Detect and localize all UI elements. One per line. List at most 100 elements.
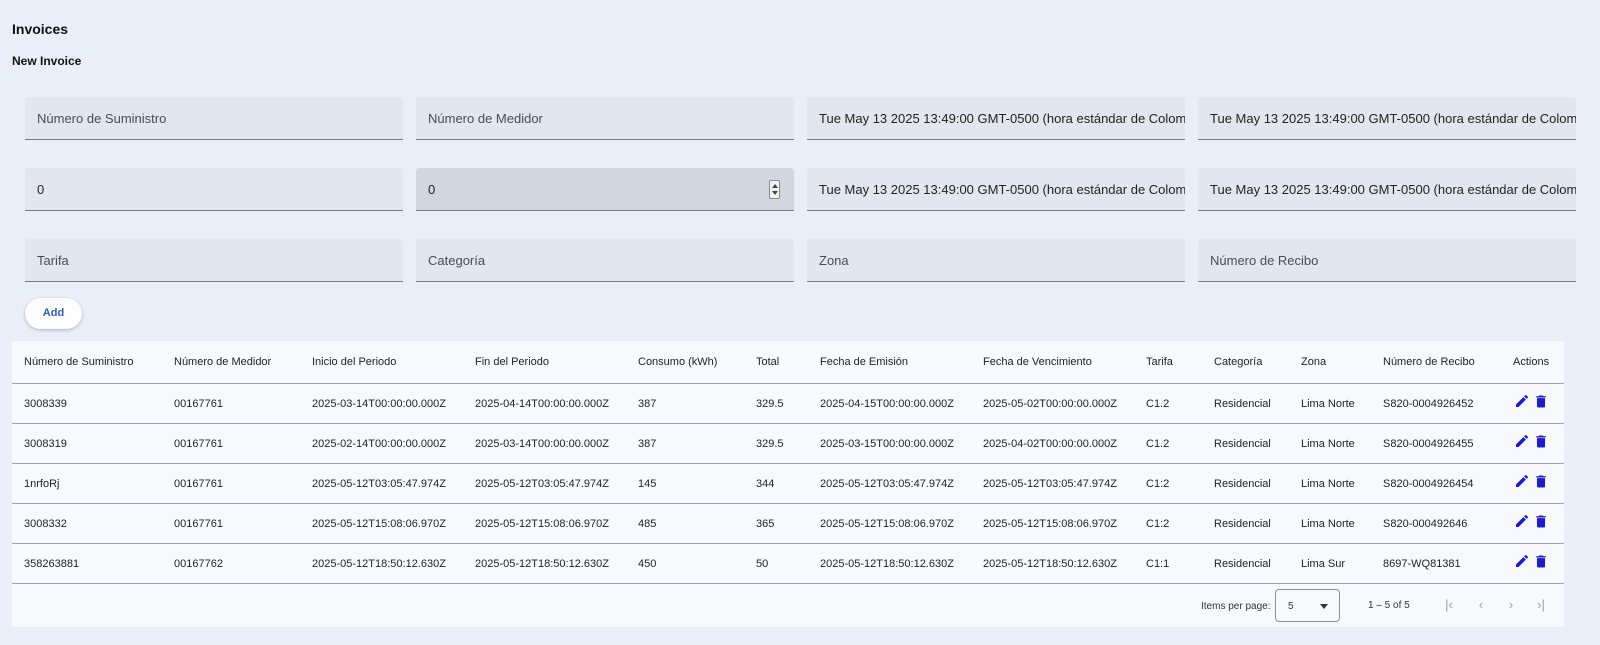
cell-receipt-number: S820-000492646: [1383, 518, 1468, 530]
cell-zone: Lima Norte: [1301, 398, 1355, 410]
zone-field[interactable]: Zona: [807, 239, 1185, 282]
cell-tariff: C1:2: [1146, 518, 1170, 530]
cell-total: 329.5: [756, 398, 784, 410]
column-header-actions: Actions: [1513, 356, 1550, 368]
stepper-up-icon[interactable]: [772, 184, 778, 188]
column-header-supply-number: Número de Suministro: [24, 356, 134, 368]
first-page-icon[interactable]: |‹: [1440, 596, 1458, 614]
invoices-table: Número de Suministro Número de Medidor Ini…: [12, 341, 1564, 627]
trash-icon[interactable]: [1533, 553, 1549, 575]
cell-consumption: 387: [638, 398, 657, 410]
last-page-icon[interactable]: ›|: [1532, 596, 1550, 614]
cell-receipt-number: 8697-WQ81381: [1383, 558, 1461, 570]
cell-zone: Lima Norte: [1301, 438, 1355, 450]
supply-number-placeholder: Número de Suministro: [37, 111, 167, 126]
cell-period-start: 2025-05-12T03:05:47.974Z: [312, 478, 446, 490]
cell-tariff: C1.2: [1146, 438, 1170, 450]
cell-period-end: 2025-05-12T15:08:06.970Z: [475, 518, 609, 530]
stepper-down-icon[interactable]: [772, 191, 778, 195]
issue-date-value: Tue May 13 2025 13:49:00 GMT-0500 (hora …: [819, 182, 1185, 197]
consumption-field[interactable]: 0: [25, 168, 403, 211]
invoices-page: Invoices New Invoice Número de Suministr…: [0, 0, 1600, 645]
add-button[interactable]: Add: [25, 298, 82, 329]
cell-zone: Lima Norte: [1301, 478, 1355, 490]
cell-supply-number: 3008332: [24, 518, 67, 530]
meter-number-placeholder: Número de Medidor: [428, 111, 543, 126]
chevron-down-icon: [1320, 604, 1328, 609]
cell-period-start: 2025-05-12T18:50:12.630Z: [312, 558, 446, 570]
cell-meter-number: 00167762: [174, 558, 223, 570]
period-end-date-value: Tue May 13 2025 13:49:00 GMT-0500 (hora …: [1210, 111, 1576, 126]
pencil-icon[interactable]: [1514, 393, 1530, 414]
cell-receipt-number: S820-0004926452: [1383, 398, 1474, 410]
cell-consumption: 387: [638, 438, 657, 450]
cell-total: 50: [756, 558, 769, 570]
table-row: 3008332 00167761 2025-05-12T15:08:06.970Z 2…: [12, 504, 1564, 544]
period-start-date-value: Tue May 13 2025 13:49:00 GMT-0500 (hora …: [819, 111, 1185, 126]
chevron-right-icon[interactable]: ›: [1502, 596, 1520, 614]
category-field[interactable]: Categoría: [416, 239, 794, 282]
column-header-meter-number: Número de Medidor: [174, 356, 272, 368]
cell-tariff: C1:1: [1146, 558, 1170, 570]
receipt-number-placeholder: Número de Recibo: [1210, 253, 1319, 268]
trash-icon[interactable]: [1533, 473, 1549, 495]
table-row: 3008339 00167761 2025-03-14T00:00:00.000Z 2…: [12, 384, 1564, 424]
column-header-due-date: Fecha de Vencimiento: [983, 356, 1092, 368]
supply-number-field[interactable]: Número de Suministro: [25, 97, 403, 140]
pencil-icon[interactable]: [1514, 513, 1530, 534]
column-header-tariff: Tarifa: [1146, 356, 1173, 368]
cell-issue-date: 2025-05-12T18:50:12.630Z: [820, 558, 954, 570]
cell-receipt-number: S820-0004926455: [1383, 438, 1474, 450]
table-row: 1nrfoRj 00167761 2025-05-12T03:05:47.974Z 2…: [12, 464, 1564, 504]
category-placeholder: Categoría: [428, 253, 486, 268]
cell-supply-number: 3008319: [24, 438, 67, 450]
cell-due-date: 2025-05-12T15:08:06.970Z: [983, 518, 1117, 530]
column-header-receipt-number: Número de Recibo: [1383, 356, 1475, 368]
due-date-field[interactable]: Tue May 13 2025 13:49:00 GMT-0500 (hora …: [1198, 168, 1576, 211]
table-row: 358263881 00167762 2025-05-12T18:50:12.630…: [12, 544, 1564, 584]
trash-icon[interactable]: [1533, 433, 1549, 455]
meter-number-field[interactable]: Número de Medidor: [416, 97, 794, 140]
page-size-value: 5: [1288, 601, 1294, 612]
pencil-icon[interactable]: [1514, 433, 1530, 454]
pencil-icon[interactable]: [1514, 553, 1530, 574]
column-header-period-start: Inicio del Periodo: [312, 356, 397, 368]
trash-icon[interactable]: [1533, 393, 1549, 415]
period-start-date-field[interactable]: Tue May 13 2025 13:49:00 GMT-0500 (hora …: [807, 97, 1185, 140]
table-header: Número de Suministro Número de Medidor Ini…: [12, 341, 1564, 384]
cell-category: Residencial: [1214, 398, 1271, 410]
tariff-placeholder: Tarifa: [37, 253, 69, 268]
column-header-category: Categoría: [1214, 356, 1263, 368]
total-field[interactable]: 0: [416, 168, 794, 211]
pencil-icon[interactable]: [1514, 473, 1530, 494]
trash-icon[interactable]: [1533, 513, 1549, 535]
period-end-date-field[interactable]: Tue May 13 2025 13:49:00 GMT-0500 (hora …: [1198, 97, 1576, 140]
cell-issue-date: 2025-04-15T00:00:00.000Z: [820, 398, 954, 410]
tariff-field[interactable]: Tarifa: [25, 239, 403, 282]
receipt-number-field[interactable]: Número de Recibo: [1198, 239, 1576, 282]
cell-supply-number: 3008339: [24, 398, 67, 410]
cell-period-end: 2025-05-12T18:50:12.630Z: [475, 558, 609, 570]
cell-tariff: C1:2: [1146, 478, 1170, 490]
cell-supply-number: 358263881: [24, 558, 80, 570]
column-header-total: Total: [756, 356, 780, 368]
due-date-value: Tue May 13 2025 13:49:00 GMT-0500 (hora …: [1210, 182, 1576, 197]
issue-date-field[interactable]: Tue May 13 2025 13:49:00 GMT-0500 (hora …: [807, 168, 1185, 211]
cell-total: 344: [756, 478, 775, 490]
cell-category: Residencial: [1214, 558, 1271, 570]
total-value: 0: [428, 182, 436, 197]
cell-meter-number: 00167761: [174, 518, 223, 530]
zone-placeholder: Zona: [819, 253, 849, 268]
number-stepper[interactable]: [769, 180, 780, 199]
cell-total: 365: [756, 518, 775, 530]
cell-consumption: 145: [638, 478, 657, 490]
cell-period-start: 2025-03-14T00:00:00.000Z: [312, 398, 446, 410]
cell-issue-date: 2025-05-12T03:05:47.974Z: [820, 478, 954, 490]
cell-zone: Lima Norte: [1301, 518, 1355, 530]
cell-issue-date: 2025-05-12T15:08:06.970Z: [820, 518, 954, 530]
cell-due-date: 2025-05-12T18:50:12.630Z: [983, 558, 1117, 570]
cell-meter-number: 00167761: [174, 478, 223, 490]
chevron-left-icon[interactable]: ‹: [1472, 596, 1490, 614]
page-size-select[interactable]: 5: [1275, 589, 1340, 622]
cell-due-date: 2025-05-02T00:00:00.000Z: [983, 398, 1117, 410]
